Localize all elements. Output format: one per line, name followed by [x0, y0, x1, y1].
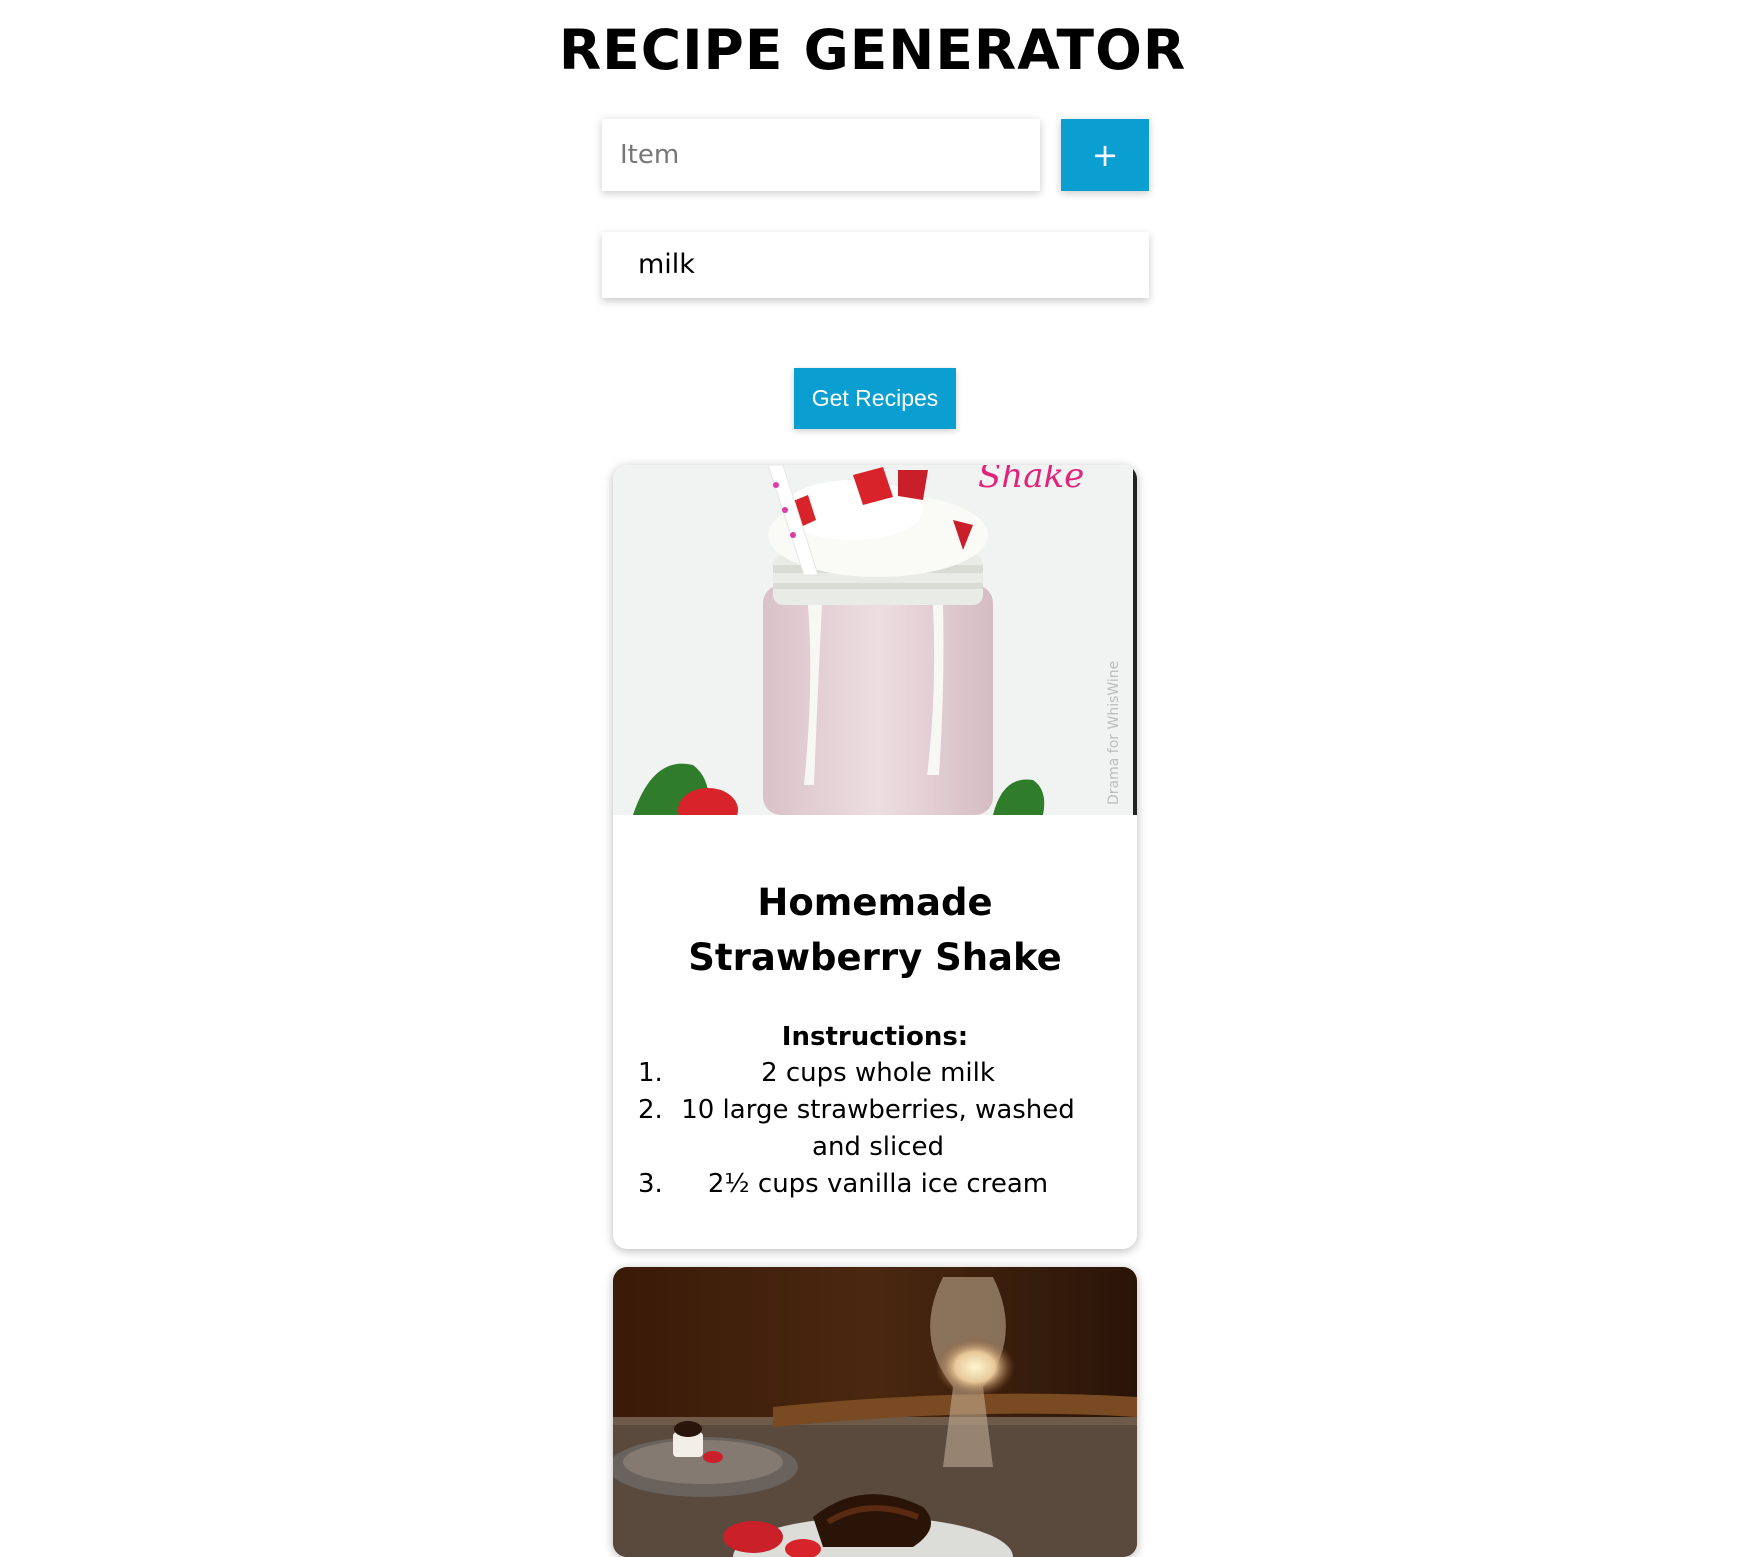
svg-text:Shake: Shake — [978, 465, 1084, 496]
recipe-title: Homemade Strawberry Shake — [688, 881, 1062, 979]
instruction-number: 3. — [638, 1169, 663, 1199]
instruction-item: 3. 2½ cups vanilla ice cream — [638, 1166, 1137, 1203]
svg-text:Drama for WhisWine: Drama for WhisWine — [1106, 661, 1122, 805]
item-input[interactable] — [602, 119, 1040, 191]
instruction-item: 2. 10 large strawberries, washed and sli… — [638, 1092, 1137, 1166]
recipe-card: Shake Drama for WhisWine Homemade Strawb… — [613, 465, 1137, 1249]
strawberry-shake-image: Shake Drama for WhisWine — [613, 465, 1137, 815]
instruction-text: 10 large strawberries, washed and sliced — [681, 1095, 1075, 1162]
instruction-number: 1. — [638, 1058, 663, 1088]
instruction-text: 2 cups whole milk — [761, 1058, 995, 1088]
ingredient-item[interactable]: milk — [602, 232, 1149, 298]
add-item-button[interactable]: + — [1061, 119, 1149, 191]
get-recipes-button[interactable]: Get Recipes — [794, 368, 956, 429]
page-title: RECIPE GENERATOR — [558, 18, 1187, 82]
instruction-number: 2. — [638, 1095, 663, 1125]
instruction-item: 1. 2 cups whole milk — [638, 1055, 1137, 1092]
ingredient-list: milk — [602, 232, 1149, 298]
chocolate-dessert-image — [613, 1267, 1137, 1557]
recipe-card — [613, 1267, 1137, 1557]
instructions-heading: Instructions: — [781, 1022, 969, 1052]
instruction-text: 2½ cups vanilla ice cream — [707, 1169, 1049, 1199]
instructions-list: 1. 2 cups whole milk 2. 10 large strawbe… — [613, 1055, 1137, 1203]
